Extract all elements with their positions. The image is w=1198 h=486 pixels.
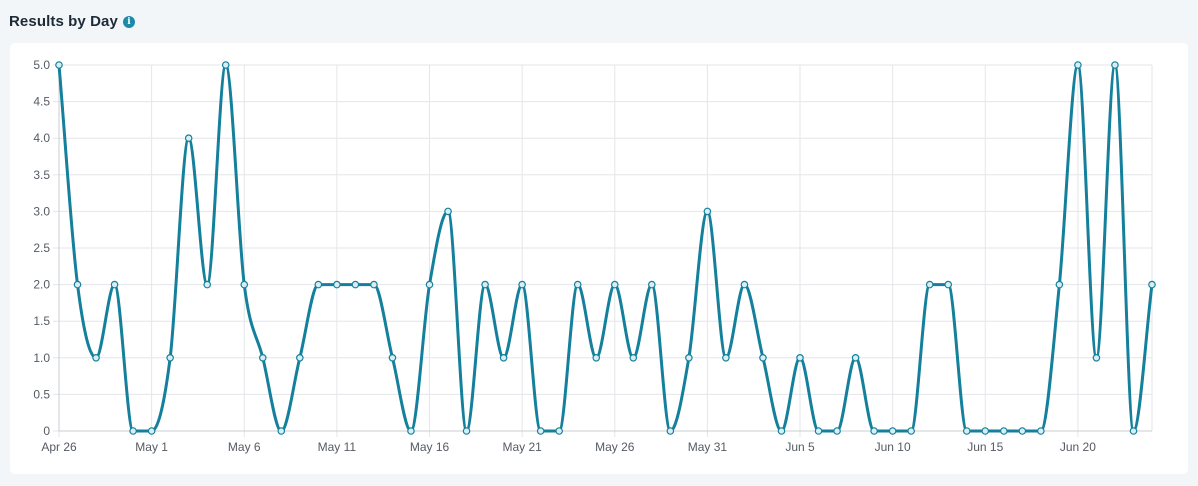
data-point[interactable] xyxy=(907,427,915,435)
data-point[interactable] xyxy=(573,280,582,289)
data-point[interactable] xyxy=(1037,427,1045,435)
x-tick-label: May 31 xyxy=(688,440,728,454)
x-tick-label: Jun 10 xyxy=(875,440,911,454)
data-point[interactable] xyxy=(796,353,804,362)
data-point[interactable] xyxy=(333,280,341,289)
y-tick-label: 1.0 xyxy=(33,351,50,365)
data-point[interactable] xyxy=(592,353,601,362)
y-tick-label: 5.0 xyxy=(33,58,50,72)
data-point[interactable] xyxy=(1111,61,1119,69)
x-tick-label: Jun 5 xyxy=(785,440,815,454)
y-tick-label: 2.0 xyxy=(33,278,50,292)
chart-title: Results by Day xyxy=(9,12,118,30)
y-tick-label: 0 xyxy=(43,424,50,438)
data-point[interactable] xyxy=(221,61,230,69)
data-point[interactable] xyxy=(759,353,767,362)
grid xyxy=(53,64,1153,437)
data-point[interactable] xyxy=(870,427,878,435)
data-point[interactable] xyxy=(814,427,823,435)
x-tick-label: May 16 xyxy=(410,440,450,454)
data-point[interactable] xyxy=(925,280,934,289)
data-point[interactable] xyxy=(740,280,749,289)
y-tick-label: 4.0 xyxy=(33,131,50,145)
data-point[interactable] xyxy=(462,427,471,435)
x-tick-label: Jun 20 xyxy=(1060,440,1096,454)
data-point[interactable] xyxy=(277,427,286,435)
data-point[interactable] xyxy=(1018,427,1027,435)
data-point[interactable] xyxy=(55,61,63,69)
data-point[interactable] xyxy=(703,207,712,216)
data-point[interactable] xyxy=(73,280,82,289)
chart-header: Results by Day i xyxy=(9,10,135,32)
data-point[interactable] xyxy=(481,280,489,289)
data-point[interactable] xyxy=(1074,61,1082,69)
data-point[interactable] xyxy=(388,353,397,362)
x-tick-label: May 26 xyxy=(595,440,635,454)
data-point[interactable] xyxy=(425,280,434,289)
x-tick-label: May 21 xyxy=(502,440,542,454)
data-point[interactable] xyxy=(444,207,452,216)
data-point[interactable] xyxy=(370,280,378,289)
data-point[interactable] xyxy=(1092,353,1101,362)
y-tick-label: 3.5 xyxy=(33,168,50,182)
data-point[interactable] xyxy=(722,353,730,362)
data-point[interactable] xyxy=(962,427,971,435)
data-point[interactable] xyxy=(407,427,415,435)
y-tick-label: 1.5 xyxy=(33,314,50,328)
data-point[interactable] xyxy=(610,280,619,289)
data-point[interactable] xyxy=(499,353,508,362)
y-tick-label: 4.5 xyxy=(33,95,50,109)
data-point[interactable] xyxy=(166,353,174,362)
chart-card: 0 0.5 1.0 1.5 2.0 2.5 3.0 3.5 4.0 4.5 5.0 Apr 26 May… xyxy=(10,43,1188,474)
x-tick-label: May 1 xyxy=(135,440,168,454)
data-point[interactable] xyxy=(685,353,693,362)
y-tick-label: 0.5 xyxy=(33,387,50,401)
x-tick-label: Jun 15 xyxy=(967,440,1003,454)
data-point[interactable] xyxy=(240,280,249,289)
data-point[interactable] xyxy=(184,134,193,143)
data-point[interactable] xyxy=(833,427,841,435)
data-point[interactable] xyxy=(1055,280,1064,289)
data-point[interactable] xyxy=(147,427,156,435)
data-point[interactable] xyxy=(888,427,897,435)
data-point[interactable] xyxy=(1129,427,1138,435)
data-point[interactable] xyxy=(981,427,990,435)
data-point[interactable] xyxy=(555,427,563,435)
data-point[interactable] xyxy=(851,353,860,362)
data-point[interactable] xyxy=(258,353,267,362)
x-tick-label: May 11 xyxy=(318,440,357,454)
data-point[interactable] xyxy=(777,427,786,435)
data-point[interactable] xyxy=(92,353,100,362)
data-point[interactable] xyxy=(110,280,119,289)
data-point[interactable] xyxy=(129,427,137,435)
data-point[interactable] xyxy=(314,280,323,289)
data-point[interactable] xyxy=(203,280,212,289)
y-tick-label: 2.5 xyxy=(33,241,50,255)
data-point[interactable] xyxy=(944,280,953,289)
x-tick-label: May 6 xyxy=(228,440,261,454)
results-by-day-chart: 0 0.5 1.0 1.5 2.0 2.5 3.0 3.5 4.0 4.5 5.0 Apr 26 May… xyxy=(33,58,1156,454)
y-tick-label: 3.0 xyxy=(33,204,50,218)
info-icon[interactable]: i xyxy=(122,15,135,28)
data-point[interactable] xyxy=(296,353,304,362)
data-point[interactable] xyxy=(1148,280,1156,289)
data-point[interactable] xyxy=(648,280,656,289)
data-point[interactable] xyxy=(518,280,526,289)
data-point[interactable] xyxy=(666,427,675,435)
data-point[interactable] xyxy=(536,427,545,435)
data-point[interactable] xyxy=(351,280,360,289)
data-point[interactable] xyxy=(629,353,638,362)
x-tick-label: Apr 26 xyxy=(41,440,77,454)
data-point[interactable] xyxy=(999,427,1008,435)
